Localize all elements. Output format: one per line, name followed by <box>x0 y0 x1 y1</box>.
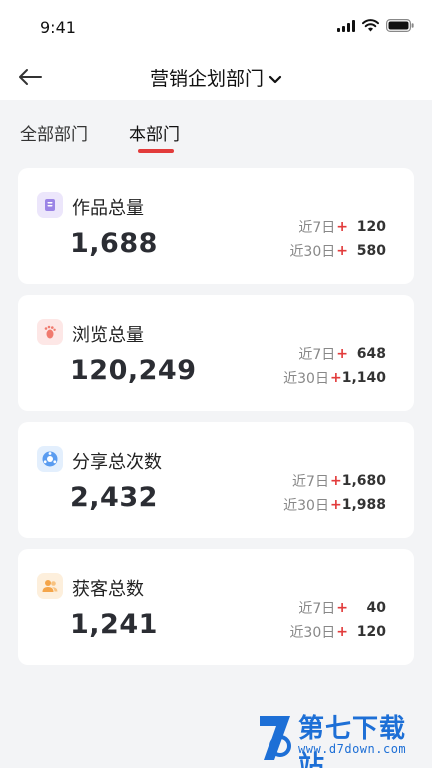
watermark: 第七下载站 www.d7down.com <box>226 706 426 768</box>
wifi-icon <box>362 19 379 32</box>
stat-label-7d: 近7日 <box>298 347 336 363</box>
stat-plus: + <box>336 624 348 640</box>
cellular-signal-icon <box>337 19 355 32</box>
stat-value-7d: 40 <box>366 600 386 616</box>
customers-icon <box>37 573 63 599</box>
stat-row-7d: 近7日 + 120 <box>298 217 386 237</box>
active-tab-indicator <box>138 149 174 153</box>
card-label: 获客总数 <box>72 579 144 600</box>
stat-card-views[interactable]: 浏览总量 120,249 近7日 + 648 近30日 + 1,140 <box>18 295 414 411</box>
stat-row-30d: 近30日 + 1,140 <box>283 368 386 388</box>
stat-value-30d: 1,140 <box>341 370 386 386</box>
chevron-down-icon <box>268 75 282 83</box>
stat-row-30d: 近30日 + 120 <box>289 622 386 642</box>
status-bar: 9:41 <box>0 0 432 54</box>
stat-label-30d: 近30日 <box>283 498 329 514</box>
stat-row-30d: 近30日 + 580 <box>289 241 386 261</box>
stat-value-30d: 120 <box>356 624 386 640</box>
stat-card-works[interactable]: 作品总量 1,688 近7日 + 120 近30日 + 580 <box>18 168 414 284</box>
tab-bar: 全部部门 本部门 <box>0 100 432 158</box>
tab-my-department[interactable]: 本部门 <box>129 120 180 145</box>
battery-icon <box>386 19 414 32</box>
status-time: 9:41 <box>40 18 76 37</box>
stat-card-shares[interactable]: 分享总次数 2,432 近7日 + 1,680 近30日 + 1,988 <box>18 422 414 538</box>
stat-value-7d: 120 <box>356 219 386 235</box>
footprint-icon <box>37 319 63 345</box>
stat-row-7d: 近7日 + 40 <box>298 598 386 618</box>
stat-plus: + <box>329 473 342 489</box>
card-total: 2,432 <box>70 482 158 513</box>
stat-row-30d: 近30日 + 1,988 <box>283 495 386 515</box>
stat-value-30d: 1,988 <box>341 497 386 513</box>
nav-bar: 营销企划部门 <box>0 54 432 100</box>
stat-value-7d: 648 <box>356 346 386 362</box>
status-icons <box>337 19 414 32</box>
stat-label-7d: 近7日 <box>292 474 329 490</box>
stat-label-7d: 近7日 <box>298 601 336 617</box>
stat-value-7d: 1,680 <box>341 473 386 489</box>
card-label: 浏览总量 <box>72 325 144 346</box>
watermark-logo-icon <box>260 716 291 760</box>
stat-plus: + <box>336 243 348 259</box>
stat-plus: + <box>329 370 342 386</box>
watermark-url: www.d7down.com <box>298 742 407 756</box>
stat-plus: + <box>336 600 348 616</box>
stat-plus: + <box>336 346 348 362</box>
stat-row-7d: 近7日 + 648 <box>298 344 386 364</box>
stat-plus: + <box>329 497 342 513</box>
stat-plus: + <box>336 219 348 235</box>
card-label: 分享总次数 <box>72 452 162 473</box>
watermark-name: 第七下载站 <box>298 714 407 768</box>
stat-card-customers[interactable]: 获客总数 1,241 近7日 + 40 近30日 + 120 <box>18 549 414 665</box>
stat-label-30d: 近30日 <box>289 244 336 260</box>
page-title: 营销企划部门 <box>149 68 264 90</box>
stat-label-7d: 近7日 <box>298 220 336 236</box>
works-icon <box>37 192 63 218</box>
stat-label-30d: 近30日 <box>289 625 336 641</box>
share-icon <box>37 446 63 472</box>
card-total: 1,688 <box>70 228 158 259</box>
card-total: 1,241 <box>70 609 158 640</box>
tab-all-departments[interactable]: 全部部门 <box>20 120 88 145</box>
stat-label-30d: 近30日 <box>283 371 329 387</box>
card-label: 作品总量 <box>72 198 144 219</box>
department-selector[interactable]: 营销企划部门 <box>0 64 432 91</box>
stat-value-30d: 580 <box>356 243 386 259</box>
card-total: 120,249 <box>70 355 197 386</box>
stat-row-7d: 近7日 + 1,680 <box>292 471 386 491</box>
